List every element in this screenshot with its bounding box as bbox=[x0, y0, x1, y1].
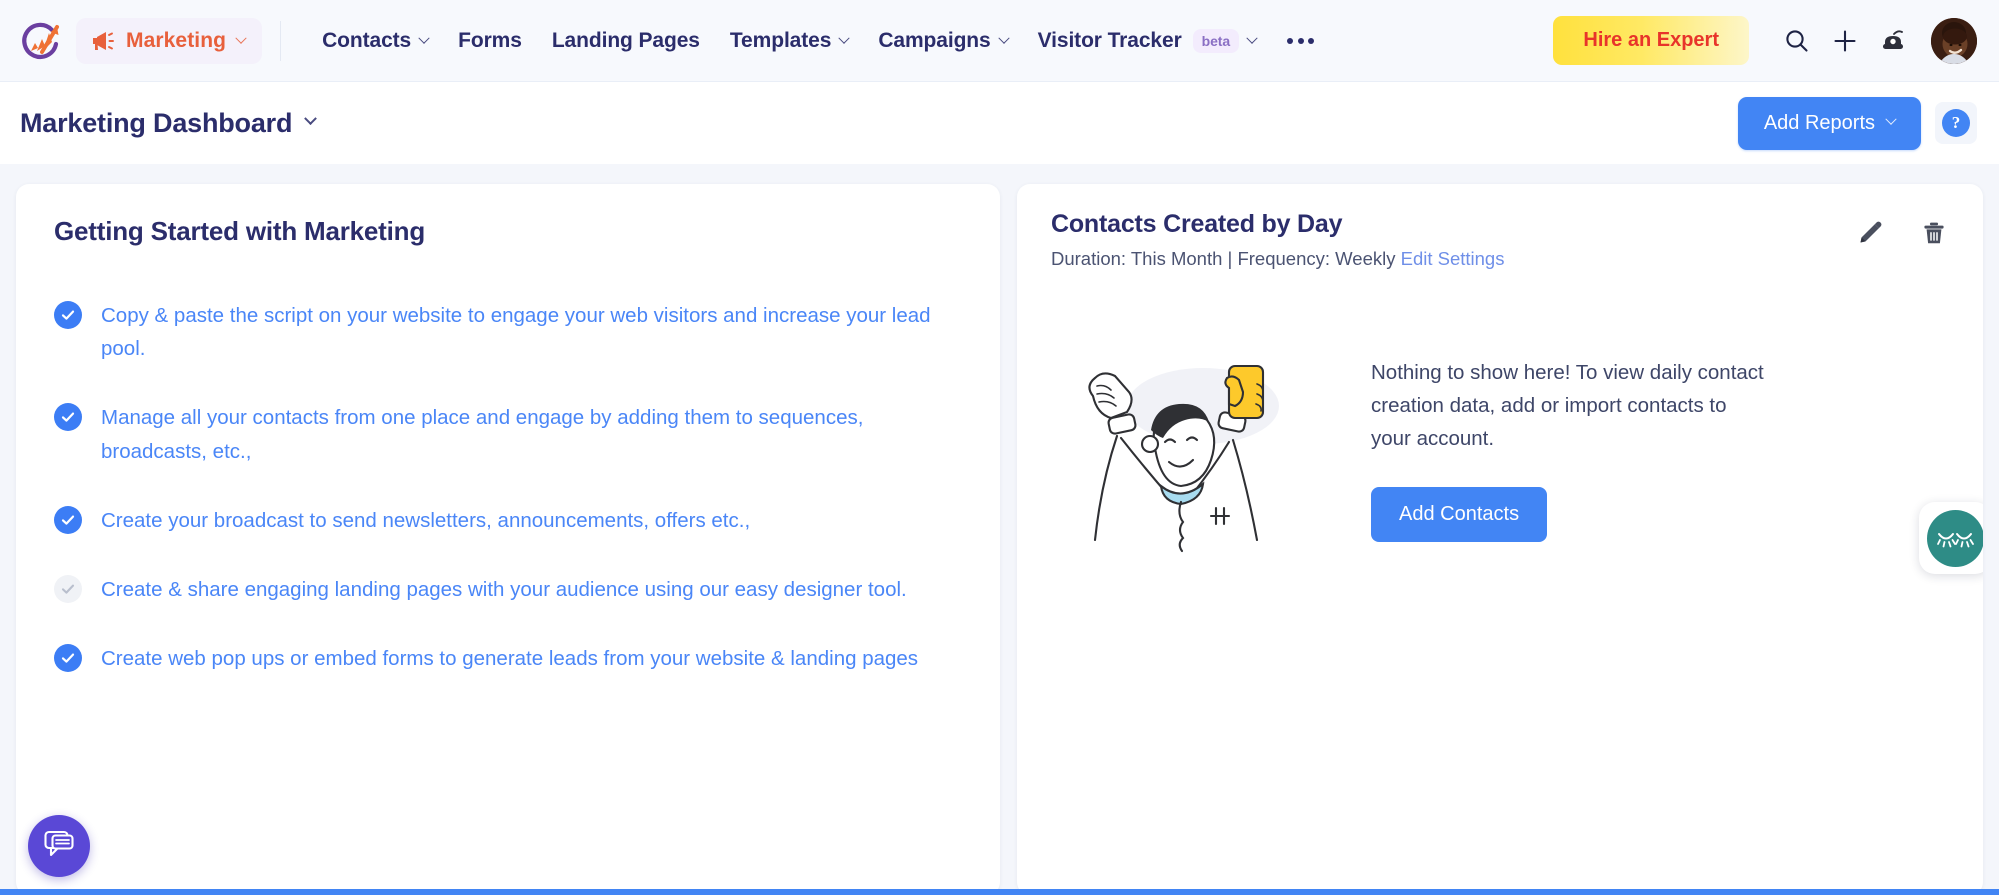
nav-item-label: Campaigns bbox=[878, 28, 991, 52]
getting-started-title: Getting Started with Marketing bbox=[54, 216, 426, 246]
more-menu-icon[interactable] bbox=[1271, 28, 1330, 54]
check-circle-icon bbox=[54, 575, 82, 604]
nav-item-landing-pages[interactable]: Landing Pages bbox=[537, 21, 715, 61]
add-reports-label: Add Reports bbox=[1763, 111, 1875, 134]
nav-item-label: Templates bbox=[729, 28, 832, 52]
checklist-item[interactable]: Create your broadcast to send newsletter… bbox=[54, 504, 962, 537]
bottom-accent-strip bbox=[0, 889, 1999, 895]
nav-item-templates[interactable]: Templates bbox=[715, 21, 863, 61]
chevron-down-icon bbox=[235, 32, 247, 44]
help-icon: ? bbox=[1942, 109, 1970, 137]
dashboard-subheader: Marketing Dashboard Add Reports ? bbox=[0, 82, 1999, 164]
checklist-item[interactable]: Create web pop ups or embed forms to gen… bbox=[54, 642, 962, 675]
report-meta: Duration: This Month | Frequency: Weekly… bbox=[1051, 248, 1953, 270]
report-card-header: Contacts Created by Day Duration: This M… bbox=[1051, 210, 1953, 270]
nav-item-label: Visitor Tracker bbox=[1037, 28, 1182, 52]
chevron-down-icon bbox=[1246, 32, 1258, 44]
report-meta-text: Duration: This Month | Frequency: Weekly bbox=[1051, 248, 1396, 269]
chevron-down-icon bbox=[418, 32, 430, 44]
pencil-icon[interactable] bbox=[1853, 216, 1887, 250]
report-card-actions bbox=[1853, 216, 1951, 250]
nav-item-label: Landing Pages bbox=[551, 28, 700, 52]
page-title[interactable]: Marketing Dashboard bbox=[20, 107, 318, 139]
hire-an-expert-button[interactable]: Hire an Expert bbox=[1553, 16, 1749, 65]
contacts-created-report-card: Contacts Created by Day Duration: This M… bbox=[1017, 184, 1983, 895]
nav-divider bbox=[280, 20, 282, 61]
chevron-down-icon bbox=[838, 32, 850, 44]
getting-started-card: Getting Started with Marketing Copy & pa… bbox=[16, 184, 1000, 895]
app-logo-icon[interactable] bbox=[18, 18, 64, 64]
subheader-actions: Add Reports ? bbox=[1737, 96, 1977, 150]
search-icon[interactable] bbox=[1773, 17, 1821, 65]
getting-started-checklist: Copy & paste the script on your website … bbox=[54, 299, 962, 675]
celebrating-person-illustration-icon bbox=[1051, 344, 1351, 554]
dashboard-main: Getting Started with Marketing Copy & pa… bbox=[0, 164, 1999, 895]
chevron-down-icon bbox=[1885, 113, 1897, 125]
add-reports-button[interactable]: Add Reports bbox=[1737, 96, 1921, 150]
trash-icon[interactable] bbox=[1917, 216, 1951, 250]
check-circle-icon bbox=[54, 301, 82, 329]
nav-item-campaigns[interactable]: Campaigns bbox=[863, 21, 1022, 61]
page-title-text: Marketing Dashboard bbox=[20, 107, 293, 138]
chevron-down-icon bbox=[304, 111, 318, 125]
megaphone-icon bbox=[91, 30, 115, 52]
chevron-down-icon bbox=[997, 32, 1010, 44]
report-title: Contacts Created by Day bbox=[1051, 210, 1343, 238]
nav-item-label: Contacts bbox=[322, 28, 412, 52]
primary-nav: Contacts Forms Landing Pages Templates C… bbox=[307, 21, 1330, 61]
brand-module-switcher[interactable]: Marketing bbox=[76, 17, 263, 64]
plus-icon[interactable] bbox=[1821, 17, 1869, 65]
check-circle-icon bbox=[54, 505, 82, 534]
top-navigation-bar: Marketing Contacts Forms Landing Pages T… bbox=[0, 0, 1999, 82]
edit-settings-link[interactable]: Edit Settings bbox=[1401, 248, 1505, 269]
checklist-item-label: Copy & paste the script on your website … bbox=[101, 304, 931, 361]
add-contacts-button[interactable]: Add Contacts bbox=[1371, 487, 1548, 543]
telephone-icon[interactable] bbox=[1869, 17, 1917, 65]
nav-item-forms[interactable]: Forms bbox=[443, 21, 537, 61]
empty-state-copy: Nothing to show here! To view daily cont… bbox=[1371, 356, 1771, 543]
checklist-item-label: Manage all your contacts from one place … bbox=[101, 406, 864, 463]
preview-visibility-widget[interactable] bbox=[1919, 502, 1983, 574]
nav-right-actions: Hire an Expert bbox=[1553, 16, 1977, 65]
nav-item-contacts[interactable]: Contacts bbox=[307, 21, 443, 61]
report-empty-state: Nothing to show here! To view daily cont… bbox=[1051, 344, 1953, 554]
help-button[interactable]: ? bbox=[1935, 102, 1977, 144]
checklist-item[interactable]: Copy & paste the script on your website … bbox=[54, 299, 962, 365]
beta-badge: beta bbox=[1192, 28, 1240, 53]
user-avatar[interactable] bbox=[1931, 17, 1977, 64]
nav-item-visitor-tracker[interactable]: Visitor Tracker beta bbox=[1023, 21, 1271, 61]
check-circle-icon bbox=[54, 644, 82, 673]
checklist-item-label: Create web pop ups or embed forms to gen… bbox=[101, 647, 919, 671]
nav-item-label: Forms bbox=[458, 28, 522, 52]
closed-eyes-icon bbox=[1926, 509, 1983, 567]
chat-widget-button[interactable] bbox=[28, 815, 90, 877]
empty-state-text: Nothing to show here! To view daily cont… bbox=[1371, 360, 1764, 451]
check-circle-icon bbox=[54, 403, 82, 432]
brand-label: Marketing bbox=[126, 28, 227, 52]
checklist-item-label: Create your broadcast to send newsletter… bbox=[101, 508, 751, 532]
checklist-item[interactable]: Manage all your contacts from one place … bbox=[54, 401, 962, 467]
chat-bubble-icon bbox=[43, 829, 75, 864]
checklist-item-label: Create & share engaging landing pages wi… bbox=[101, 578, 907, 602]
checklist-item[interactable]: Create & share engaging landing pages wi… bbox=[54, 573, 962, 606]
